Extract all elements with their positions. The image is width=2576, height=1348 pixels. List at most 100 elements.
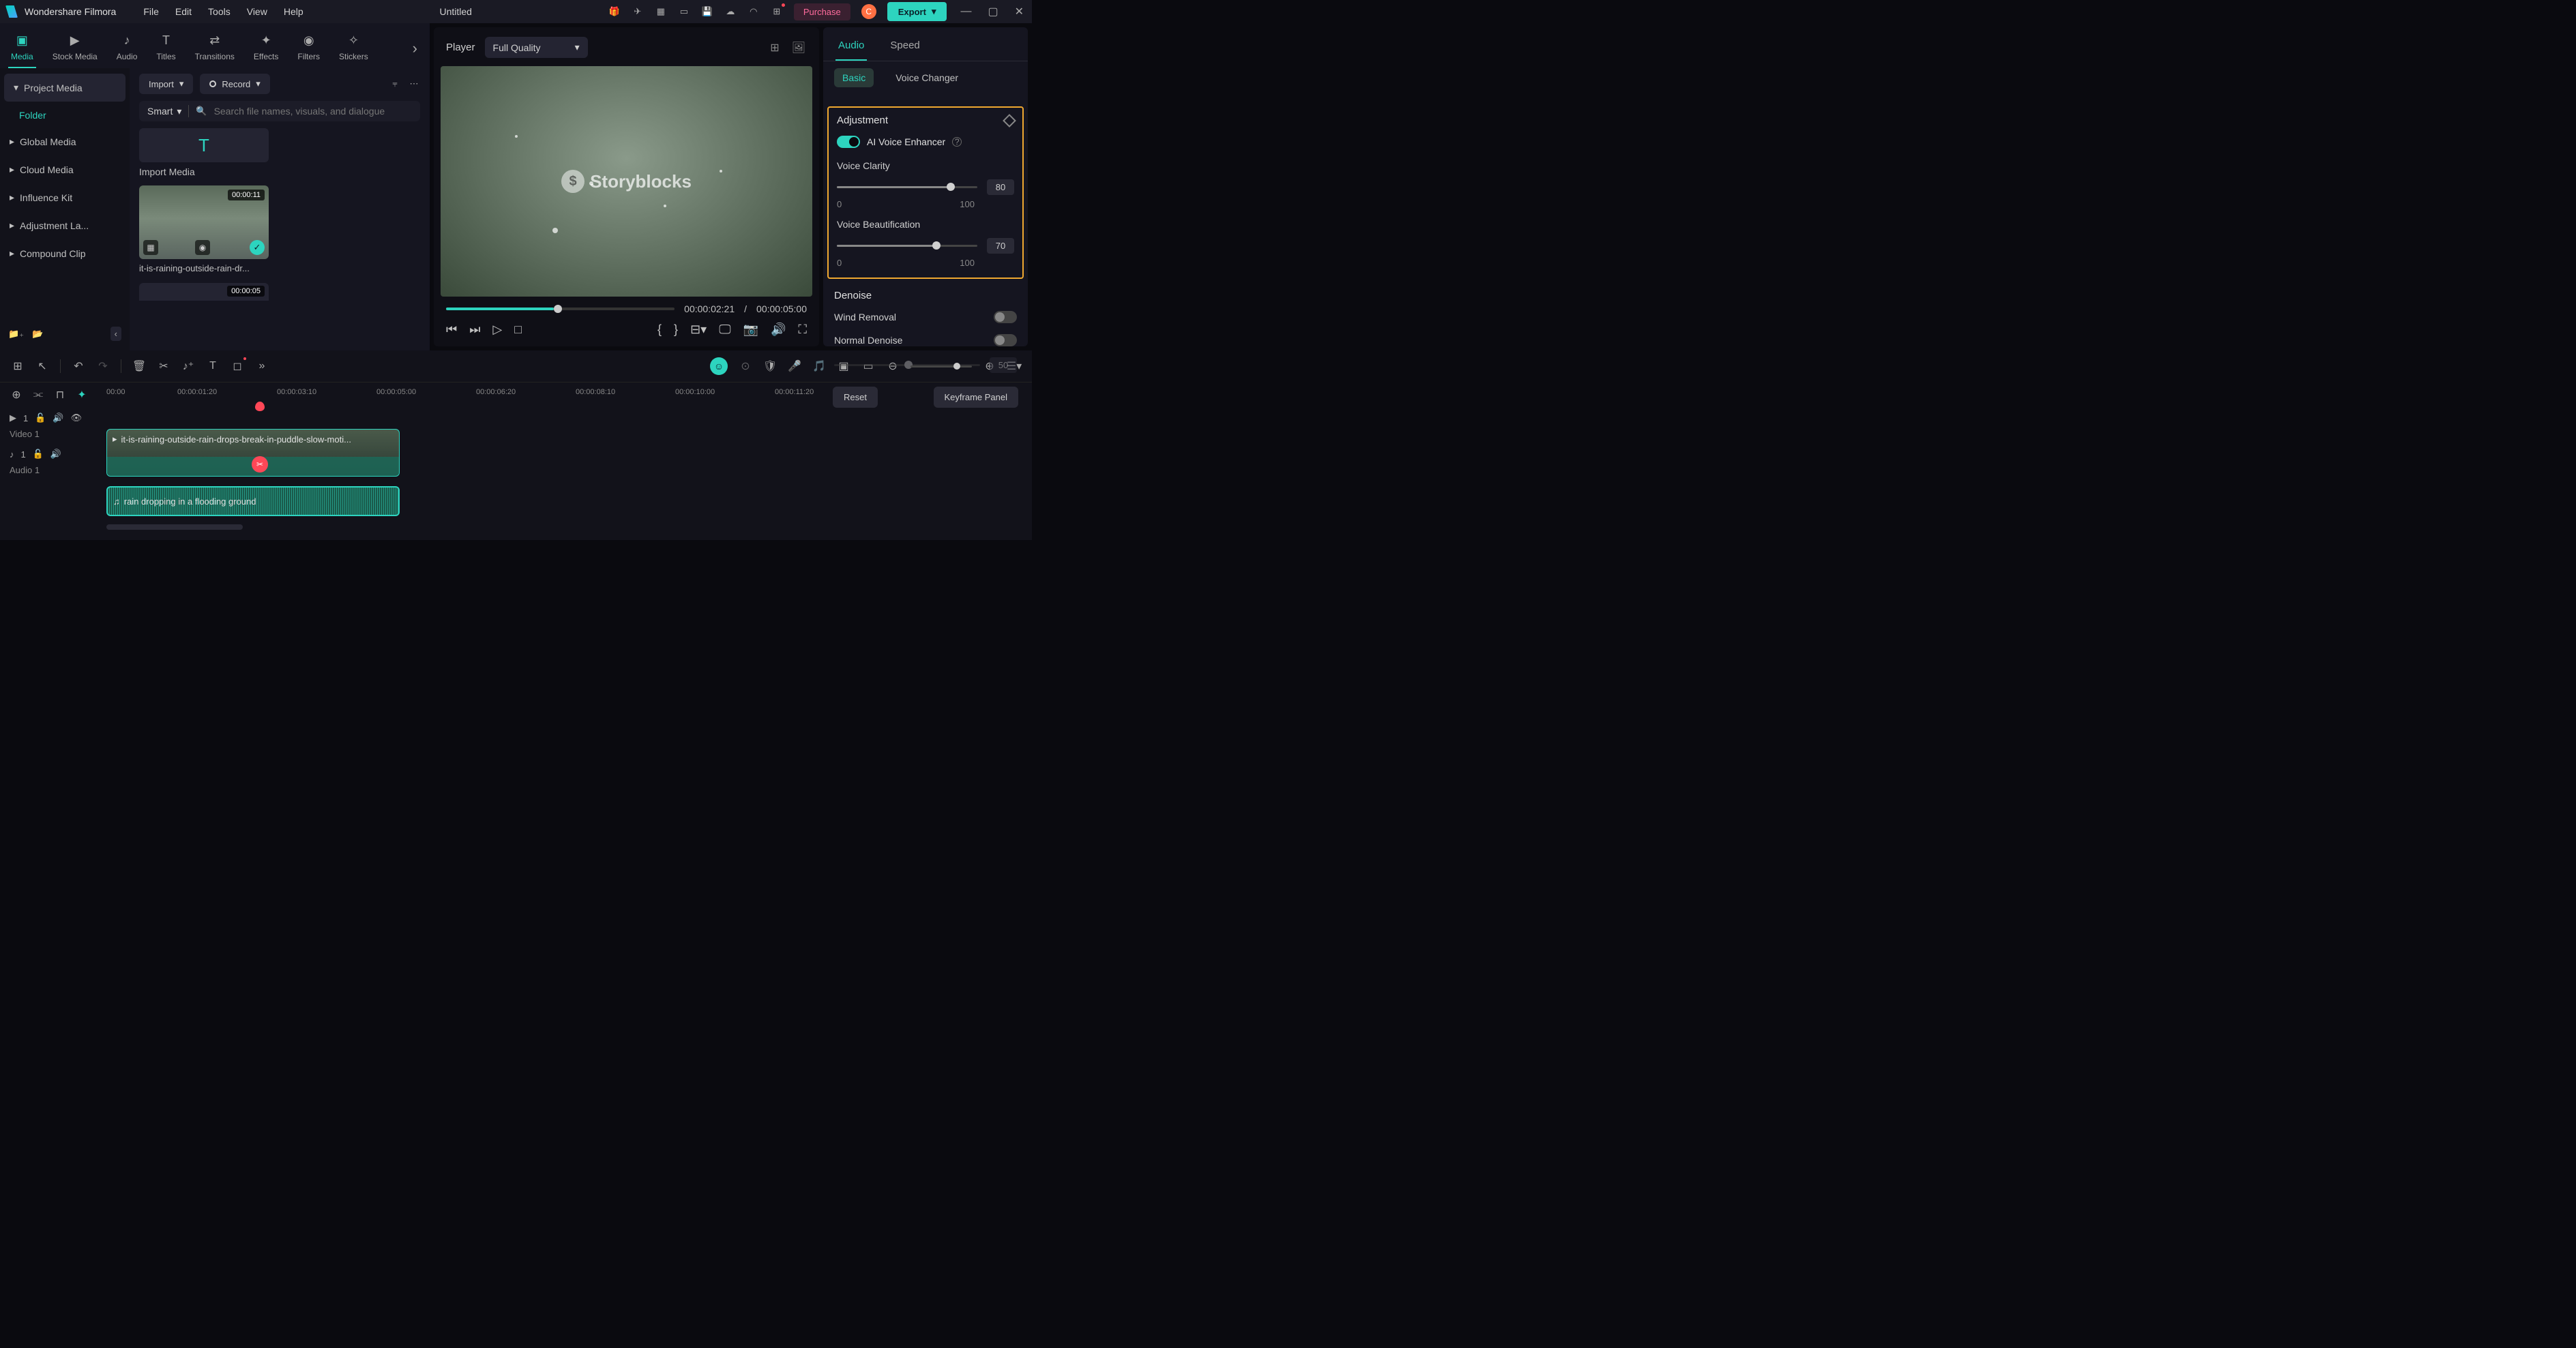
window-close[interactable]: ✕	[1012, 5, 1026, 18]
media-clip-2[interactable]: 00:00:05	[139, 283, 269, 301]
tab-audio[interactable]: ♪Audio	[114, 29, 140, 67]
sidebar-adjustment-layer[interactable]: ▸Adjustment La...	[0, 211, 130, 239]
tab-filters[interactable]: ◉Filters	[295, 29, 323, 67]
music-tool-icon[interactable]: 🎵	[812, 359, 826, 373]
menu-view[interactable]: View	[247, 6, 267, 17]
mic-icon[interactable]: 🎤	[788, 359, 801, 373]
tab-stock-media[interactable]: ▶Stock Media	[50, 29, 100, 67]
ratio-icon[interactable]: ⊟▾	[690, 323, 707, 337]
tab-titles[interactable]: TTitles	[153, 29, 178, 67]
timeline-scrollbar[interactable]	[106, 524, 243, 530]
display-icon[interactable]: 🖵	[719, 323, 730, 337]
cloud-icon[interactable]: ☁	[724, 5, 737, 18]
gift-icon[interactable]: 🎁	[608, 5, 621, 18]
import-dropdown[interactable]: Import▾	[139, 74, 193, 94]
fullscreen-icon[interactable]: ⛶	[798, 323, 807, 337]
voice-clarity-value[interactable]: 80	[987, 179, 1014, 195]
apps-icon[interactable]: ⊞	[771, 5, 783, 18]
filter-icon[interactable]: ⫧	[389, 78, 401, 90]
progress-bar[interactable]	[446, 308, 675, 310]
sidebar-folder[interactable]: Folder	[0, 103, 130, 128]
tab-transitions[interactable]: ⇄Transitions	[192, 29, 237, 67]
link-icon[interactable]: ⫘	[31, 388, 45, 402]
menu-help[interactable]: Help	[284, 6, 304, 17]
lock-icon[interactable]: 🔓	[35, 413, 46, 423]
more-tabs-chevron[interactable]: ›	[413, 40, 417, 57]
scissors-icon[interactable]: ✂	[252, 456, 268, 473]
ai-voice-enhancer-toggle[interactable]	[837, 136, 860, 148]
menu-file[interactable]: File	[143, 6, 159, 17]
redo-icon[interactable]: ↷	[96, 359, 110, 373]
frame-icon[interactable]: ▣	[837, 359, 850, 373]
mark-in-icon[interactable]: {	[657, 323, 662, 337]
voice-clarity-slider[interactable]	[837, 186, 977, 188]
undo-icon[interactable]: ↶	[72, 359, 85, 373]
keyframe-diamond-icon[interactable]	[1003, 114, 1016, 128]
smart-dropdown[interactable]: Smart▾	[147, 106, 181, 117]
purchase-button[interactable]: Purchase	[794, 3, 850, 20]
prev-frame-icon[interactable]: ⏮	[446, 323, 457, 337]
render-icon[interactable]: ⊙	[739, 359, 752, 373]
text-tool-icon[interactable]: T	[206, 359, 220, 373]
media-clip-1[interactable]: 00:00:11 ▦ ◉ ✓	[139, 185, 269, 259]
wind-removal-toggle[interactable]	[994, 311, 1017, 323]
expand-icon[interactable]: »	[255, 359, 269, 373]
sidebar-global-media[interactable]: ▸Global Media	[0, 128, 130, 155]
calendar-icon[interactable]: ▦	[655, 5, 667, 18]
crop-icon[interactable]: ◻	[231, 359, 244, 373]
cut-icon[interactable]: ✂	[157, 359, 171, 373]
screen-icon[interactable]: ▭	[678, 5, 690, 18]
tab-audio-props[interactable]: Audio	[835, 34, 867, 61]
menu-edit[interactable]: Edit	[175, 6, 192, 17]
voice-beautification-slider[interactable]	[837, 245, 977, 247]
marker-icon[interactable]: 🛡	[763, 359, 777, 373]
pointer-icon[interactable]: ↖	[35, 359, 49, 373]
add-track-icon[interactable]: ⊕	[10, 388, 23, 402]
aspect-icon[interactable]: ▭	[861, 359, 875, 373]
import-media-tile[interactable]: T	[139, 128, 269, 162]
new-folder-icon[interactable]: 📁₊	[8, 329, 24, 340]
magnet-icon[interactable]: ⊓	[53, 388, 67, 402]
grid-view-icon[interactable]: ⊞	[769, 40, 780, 56]
snapshot-icon[interactable]: 📷	[743, 323, 758, 337]
mute-icon[interactable]: 🔊	[50, 449, 61, 460]
record-dropdown[interactable]: Record▾	[200, 74, 269, 94]
sidebar-compound-clip[interactable]: ▸Compound Clip	[0, 239, 130, 267]
folder-icon[interactable]: 📂	[32, 329, 43, 340]
delete-icon[interactable]: 🗑	[132, 359, 146, 373]
menu-tools[interactable]: Tools	[208, 6, 231, 17]
sidebar-cloud-media[interactable]: ▸Cloud Media	[0, 155, 130, 183]
window-minimize[interactable]: —	[958, 5, 974, 18]
voice-beautification-value[interactable]: 70	[987, 238, 1014, 254]
ai-badge-icon[interactable]: ☺	[710, 357, 728, 375]
zoom-out-icon[interactable]: ⊖	[886, 359, 900, 373]
tab-speed-props[interactable]: Speed	[887, 34, 922, 61]
timeline-tracks-area[interactable]: 00:00 00:00:01:20 00:00:03:10 00:00:05:0…	[102, 383, 1032, 540]
play-icon[interactable]: ▷	[492, 323, 502, 337]
export-button[interactable]: Export▾	[887, 2, 947, 21]
zoom-slider[interactable]	[911, 365, 972, 368]
image-view-icon[interactable]: 🖼	[790, 40, 807, 56]
search-input[interactable]	[214, 106, 412, 117]
tab-effects[interactable]: ✦Effects	[251, 29, 281, 67]
mute-icon[interactable]: 🔊	[53, 413, 63, 423]
mark-out-icon[interactable]: }	[674, 323, 678, 337]
sidebar-collapse-button[interactable]: ‹	[110, 327, 121, 341]
layout-icon[interactable]: ⊞	[11, 359, 25, 373]
volume-icon[interactable]: 🔊	[771, 323, 786, 337]
normal-denoise-toggle[interactable]	[994, 334, 1017, 346]
next-frame-icon[interactable]: ⏭	[469, 323, 480, 337]
timeline-audio-clip[interactable]: ♫rain dropping in a flooding ground	[106, 486, 400, 516]
eye-icon[interactable]: 👁	[71, 413, 83, 423]
quality-dropdown[interactable]: Full Quality▾	[485, 37, 588, 58]
tab-media[interactable]: ▣Media	[8, 29, 36, 68]
headphones-icon[interactable]: ◠	[747, 5, 760, 18]
more-icon[interactable]: ⋯	[408, 78, 420, 90]
sidebar-project-media[interactable]: ▾Project Media	[4, 74, 125, 102]
subtab-basic[interactable]: Basic	[834, 68, 874, 87]
send-icon[interactable]: ✈	[632, 5, 644, 18]
timeline-ruler[interactable]: 00:00 00:00:01:20 00:00:03:10 00:00:05:0…	[102, 383, 1032, 403]
sidebar-influence-kit[interactable]: ▸Influence Kit	[0, 183, 130, 211]
stop-icon[interactable]: □	[514, 323, 522, 337]
subtab-voice-changer[interactable]: Voice Changer	[887, 68, 966, 87]
